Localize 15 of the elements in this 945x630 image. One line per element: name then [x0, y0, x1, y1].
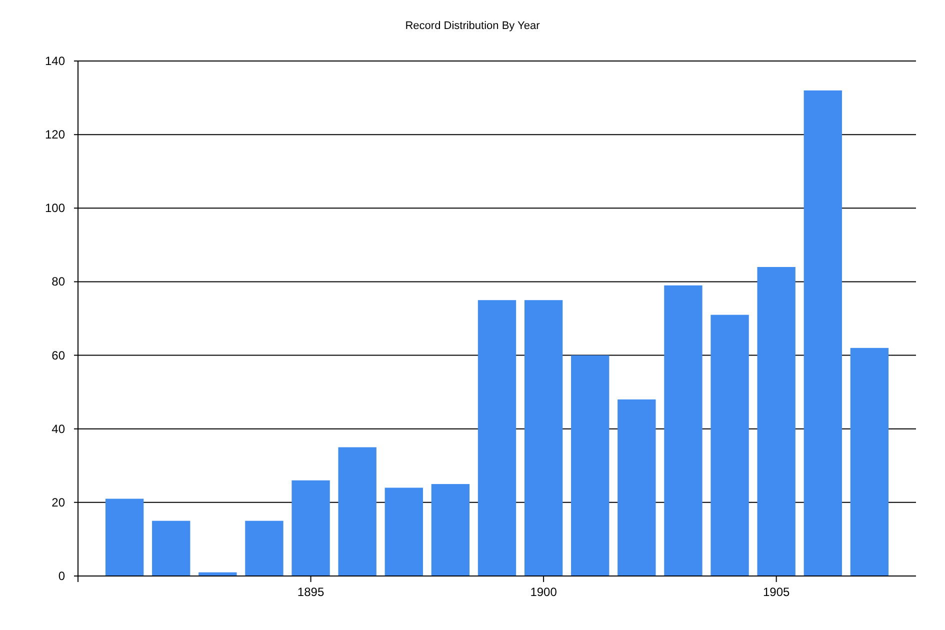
axis-label: 140: [44, 54, 65, 68]
axis-label: 60: [52, 348, 65, 362]
bar: [198, 572, 237, 576]
axis-label: 80: [52, 274, 65, 289]
axis-label: 20: [52, 495, 65, 510]
axis-label: 1900: [530, 585, 557, 599]
bar: [152, 520, 190, 576]
axis-label: 120: [44, 128, 65, 142]
axis-label: 1895: [297, 585, 324, 599]
bar: [245, 520, 284, 576]
axis-label: 100: [44, 201, 65, 216]
axis-label: 0: [58, 569, 65, 583]
axis-label: 1905: [762, 585, 790, 599]
axis-label: 40: [52, 422, 65, 436]
chart-title: Record Distribution By Year: [405, 20, 540, 32]
